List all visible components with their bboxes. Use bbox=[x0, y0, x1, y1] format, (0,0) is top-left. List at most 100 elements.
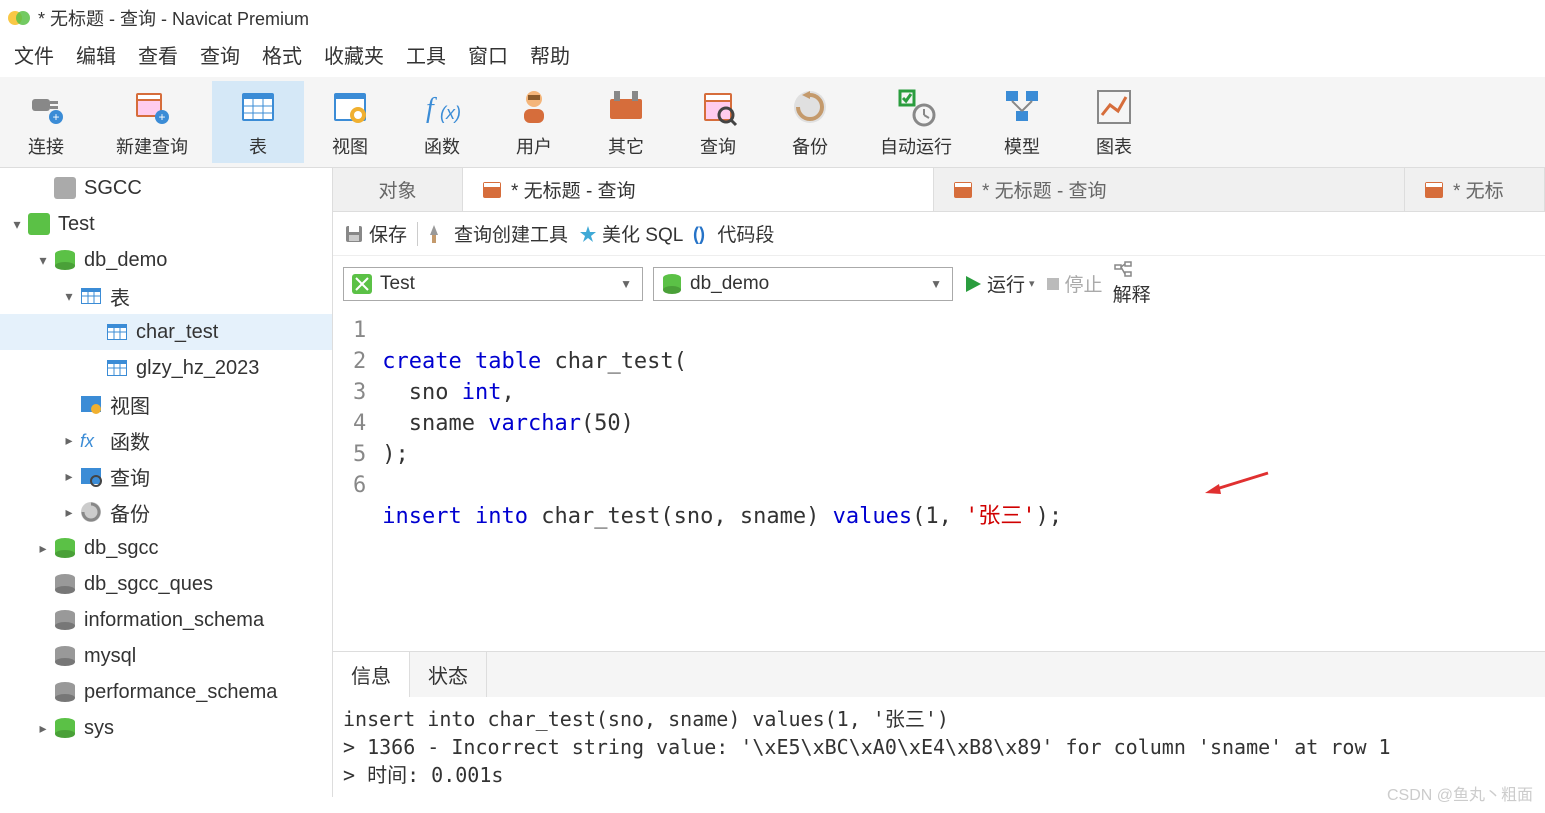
database-selector[interactable]: db_demo ▼ bbox=[653, 267, 953, 301]
document-tab[interactable]: * 无标 bbox=[1405, 168, 1545, 211]
menu-file[interactable]: 文件 bbox=[14, 40, 54, 69]
toolbar-query[interactable]: 查询 bbox=[672, 81, 764, 163]
tree-label: performance_schema bbox=[84, 681, 277, 704]
document-tab[interactable]: * 无标题 - 查询 bbox=[934, 168, 1405, 211]
toolbar-view[interactable]: 视图 bbox=[304, 81, 396, 163]
snippet-label: 代码段 bbox=[717, 220, 774, 247]
tree-item[interactable]: mysql bbox=[0, 638, 332, 674]
toolbar-backup[interactable]: 备份 bbox=[764, 81, 856, 163]
result-tab-status[interactable]: 状态 bbox=[410, 652, 487, 697]
tree-toggle-icon[interactable]: ▸ bbox=[34, 540, 52, 557]
builder-label: 查询创建工具 bbox=[454, 220, 568, 247]
tree-label: db_sgcc_ques bbox=[84, 573, 213, 596]
db-green-icon bbox=[52, 535, 78, 561]
menu-view[interactable]: 查看 bbox=[138, 40, 178, 69]
toolbar-user[interactable]: 用户 bbox=[488, 81, 580, 163]
result-output[interactable]: insert into char_test(sno, sname) values… bbox=[333, 697, 1545, 797]
app-icon bbox=[8, 7, 30, 29]
query-tab-icon bbox=[1423, 179, 1445, 201]
query-builder-button[interactable]: 查询创建工具 bbox=[428, 220, 568, 247]
tree-toggle-icon[interactable]: ▾ bbox=[8, 216, 26, 233]
tree-item[interactable]: char_test bbox=[0, 314, 332, 350]
tree-toggle-icon[interactable]: ▸ bbox=[34, 720, 52, 737]
menu-format[interactable]: 格式 bbox=[262, 40, 302, 69]
tree-item[interactable]: ▾db_demo bbox=[0, 242, 332, 278]
toolbar-autorun[interactable]: 自动运行 bbox=[856, 81, 976, 163]
tree-item[interactable]: ▸sys bbox=[0, 710, 332, 746]
tree-item[interactable]: information_schema bbox=[0, 602, 332, 638]
tree-item[interactable]: ▾表 bbox=[0, 278, 332, 314]
sql-editor[interactable]: 123456 create table char_test( sno int, … bbox=[333, 313, 1545, 651]
tree-item[interactable]: ▸db_sgcc bbox=[0, 530, 332, 566]
snippet-button[interactable]: () 代码段 bbox=[693, 220, 774, 247]
result-tab-info[interactable]: 信息 bbox=[333, 652, 410, 697]
menu-query[interactable]: 查询 bbox=[200, 40, 240, 69]
tree-item[interactable]: performance_schema bbox=[0, 674, 332, 710]
tree-item[interactable]: ▸查询 bbox=[0, 458, 332, 494]
tree-item[interactable]: ▸fx函数 bbox=[0, 422, 332, 458]
tree-label: char_test bbox=[136, 321, 218, 344]
svg-text:fx: fx bbox=[80, 431, 95, 451]
conn-green-icon bbox=[26, 211, 52, 237]
tab-label: 对象 bbox=[378, 176, 416, 203]
svg-text:+: + bbox=[158, 110, 165, 124]
menu-tools[interactable]: 工具 bbox=[406, 40, 446, 69]
run-button[interactable]: 运行 ▾ bbox=[963, 270, 1035, 297]
toolbar-fx[interactable]: f(x)函数 bbox=[396, 81, 488, 163]
menu-help[interactable]: 帮助 bbox=[530, 40, 570, 69]
tree-toggle-icon[interactable]: ▸ bbox=[60, 432, 78, 449]
tree-label: 表 bbox=[110, 282, 130, 311]
code-area[interactable]: create table char_test( sno int, sname v… bbox=[374, 313, 1070, 651]
run-label: 运行 bbox=[987, 270, 1025, 297]
plug-icon: + bbox=[24, 85, 68, 129]
table-item-icon bbox=[104, 319, 130, 345]
toolbar-label: 其它 bbox=[608, 133, 644, 159]
tree-toggle-icon[interactable]: ▸ bbox=[60, 468, 78, 485]
content-area: 对象* 无标题 - 查询* 无标题 - 查询* 无标 保存 查询创建工具 美化 … bbox=[333, 168, 1545, 797]
tree-item[interactable]: SGCC bbox=[0, 170, 332, 206]
connection-selector-row: Test ▼ db_demo ▼ 运行 ▾ 停止 解释 bbox=[333, 256, 1545, 313]
toolbar-new-query[interactable]: +新建查询 bbox=[92, 81, 212, 163]
fx-icon: f(x) bbox=[420, 85, 464, 129]
db-grey-icon bbox=[52, 571, 78, 597]
window-title: * 无标题 - 查询 - Navicat Premium bbox=[38, 5, 309, 31]
database-name: db_demo bbox=[684, 273, 926, 295]
query-icon bbox=[696, 85, 740, 129]
connection-selector[interactable]: Test ▼ bbox=[343, 267, 643, 301]
autorun-icon bbox=[894, 85, 938, 129]
tree-toggle-icon[interactable]: ▾ bbox=[60, 288, 78, 305]
beautify-sql-button[interactable]: 美化 SQL bbox=[578, 220, 683, 247]
toolbar-label: 自动运行 bbox=[880, 133, 952, 159]
connection-tree[interactable]: SGCC▾Test▾db_demo▾表char_testglzy_hz_2023… bbox=[0, 168, 333, 797]
svg-text:+: + bbox=[52, 110, 59, 124]
main-toolbar: + 连接 +新建查询表视图f(x)函数用户其它 查询备份自动运行模型图表 bbox=[0, 77, 1545, 168]
conn-grey-icon bbox=[52, 175, 78, 201]
tree-item[interactable]: ▾ Test bbox=[0, 206, 332, 242]
toolbar-model[interactable]: 模型 bbox=[976, 81, 1068, 163]
tree-item[interactable]: 视图 bbox=[0, 386, 332, 422]
document-tab[interactable]: 对象 bbox=[333, 168, 463, 211]
tree-item[interactable]: glzy_hz_2023 bbox=[0, 350, 332, 386]
explain-button[interactable]: 解释 bbox=[1113, 260, 1151, 307]
toolbar-other[interactable]: 其它 bbox=[580, 81, 672, 163]
document-tab[interactable]: * 无标题 - 查询 bbox=[463, 168, 934, 211]
view-node-icon bbox=[78, 391, 104, 417]
toolbar-label: 连接 bbox=[28, 133, 64, 159]
result-tabs: 信息 状态 bbox=[333, 651, 1545, 697]
query-node-icon bbox=[78, 463, 104, 489]
menu-edit[interactable]: 编辑 bbox=[76, 40, 116, 69]
tree-item[interactable]: db_sgcc_ques bbox=[0, 566, 332, 602]
tree-toggle-icon[interactable]: ▾ bbox=[34, 252, 52, 269]
tree-toggle-icon[interactable]: ▸ bbox=[60, 504, 78, 521]
toolbar-table[interactable]: 表 bbox=[212, 81, 304, 163]
toolbar-chart[interactable]: 图表 bbox=[1068, 81, 1160, 163]
tab-label: * 无标题 - 查询 bbox=[511, 176, 636, 203]
tree-item[interactable]: ▸备份 bbox=[0, 494, 332, 530]
tree-label: Test bbox=[58, 213, 95, 236]
user-icon bbox=[512, 85, 556, 129]
menu-window[interactable]: 窗口 bbox=[468, 40, 508, 69]
stop-label: 停止 bbox=[1065, 270, 1103, 297]
save-button[interactable]: 保存 bbox=[343, 220, 407, 247]
menu-favorites[interactable]: 收藏夹 bbox=[324, 40, 384, 69]
toolbar-plug[interactable]: + 连接 bbox=[0, 81, 92, 163]
